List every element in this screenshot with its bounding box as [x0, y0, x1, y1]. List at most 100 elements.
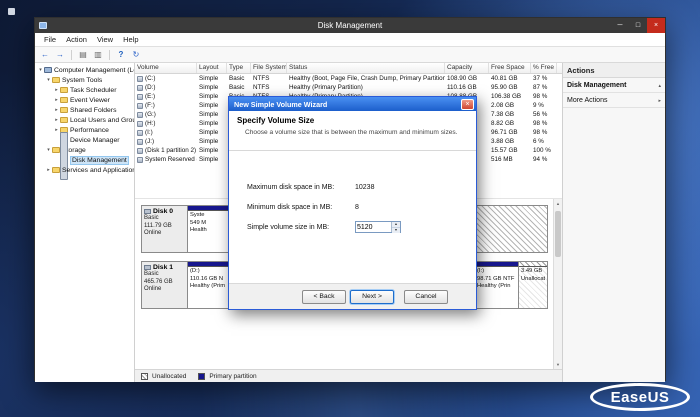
legend-primary-label: Primary partition [209, 372, 257, 380]
column-header-layout[interactable]: Layout [197, 63, 227, 73]
cell-pctfree: 100 % [533, 147, 551, 154]
wizard-heading: Specify Volume Size [237, 116, 315, 125]
chevron-expanded-icon: ▾ [47, 147, 50, 153]
wizard-close-button[interactable]: × [461, 98, 474, 110]
tree-item-local-users-groups[interactable]: ▸ Local Users and Groups [35, 115, 134, 125]
cell-pctfree: 98 % [533, 93, 548, 100]
actions-more-actions[interactable]: More Actions ▸ [563, 93, 665, 108]
volume-row[interactable]: (D:) Simple Basic NTFS Healthy (Primary … [135, 83, 562, 92]
show-tree-icon[interactable]: ▤ [77, 50, 89, 59]
help-icon[interactable]: ? [115, 50, 127, 59]
partition-i[interactable]: (I:) 98.71 GB NTF Healthy (Prin [475, 262, 519, 308]
disk-0-label[interactable]: Disk 0 Basic 111.79 GB Online [142, 206, 188, 252]
column-header-freespace[interactable]: Free Space [489, 63, 531, 73]
cell-freespace: 2.08 GB [491, 102, 515, 109]
storage-icon [52, 147, 60, 153]
cell-capacity: 110.16 GB [447, 84, 477, 91]
volume-size-input[interactable] [356, 222, 391, 232]
cell-layout: Simple [199, 129, 219, 136]
volume-row[interactable]: (C:) Simple Basic NTFS Healthy (Boot, Pa… [135, 74, 562, 83]
task-scheduler-icon [60, 87, 68, 93]
desktop: Disk Management ─ □ × File Action View H… [0, 0, 700, 417]
spin-down-button[interactable]: ▼ [392, 228, 400, 233]
cell-volume: (J:) [135, 137, 197, 146]
back-button[interactable]: < Back [302, 289, 346, 304]
max-disk-space-value: 10238 [355, 183, 375, 191]
max-disk-space-label: Maximum disk space in MB: [247, 183, 335, 191]
scrollbar[interactable]: ▲ ▼ [553, 199, 562, 369]
tree-item-performance[interactable]: ▸ Performance [35, 125, 134, 135]
close-button[interactable]: × [647, 18, 665, 33]
scroll-down-icon[interactable]: ▼ [554, 360, 562, 369]
tree-item-label: Performance [70, 126, 109, 134]
column-header-filesystem[interactable]: File System [251, 63, 287, 73]
services-icon [52, 167, 60, 173]
volume-icon [137, 156, 143, 163]
back-icon[interactable]: ← [39, 50, 51, 59]
wizard-title-bar: New Simple Volume Wizard × [229, 97, 476, 111]
wizard-title: New Simple Volume Wizard [234, 99, 328, 109]
cell-layout: Simple [199, 102, 219, 109]
column-header-volume[interactable]: Volume [135, 63, 197, 73]
column-header-capacity[interactable]: Capacity [445, 63, 489, 73]
tree-item-task-scheduler[interactable]: ▸ Task Scheduler [35, 85, 134, 95]
cell-pctfree: 6 % [533, 138, 544, 145]
minimize-button[interactable]: ─ [611, 18, 629, 33]
next-button[interactable]: Next > [350, 289, 394, 304]
chevron-expanded-icon: ▾ [47, 77, 50, 83]
partition-system-reserved[interactable]: Syste 549 M Health [188, 206, 232, 252]
disk-1-label[interactable]: Disk 1 Basic 465.76 GB Online [142, 262, 188, 308]
cell-freespace: 8.82 GB [491, 120, 515, 127]
cancel-button[interactable]: Cancel [404, 289, 448, 304]
cell-pctfree: 98 % [533, 129, 548, 136]
legend-unallocated-label: Unallocated [152, 372, 187, 380]
actions-disk-management[interactable]: Disk Management ▴ [563, 78, 665, 93]
refresh-icon[interactable]: ↻ [130, 50, 142, 59]
tree-item-shared-folders[interactable]: ▸ Shared Folders [35, 105, 134, 115]
tree-item-storage[interactable]: ▾ Storage [35, 145, 134, 155]
cell-pctfree: 98 % [533, 120, 548, 127]
tree-item-system-tools[interactable]: ▾ System Tools [35, 75, 134, 85]
partition-unallocated[interactable]: 3.49 GB Unallocat [519, 262, 547, 308]
maximize-button[interactable]: □ [629, 18, 647, 33]
desktop-icon[interactable] [8, 8, 15, 15]
new-simple-volume-wizard-dialog: New Simple Volume Wizard × Specify Volum… [228, 96, 477, 310]
scroll-up-icon[interactable]: ▲ [554, 199, 562, 208]
volume-icon [137, 75, 143, 82]
volume-icon [137, 129, 143, 136]
column-header-status[interactable]: Status [287, 63, 445, 73]
cell-volume: (H:) [135, 119, 197, 128]
min-disk-space-label: Minimum disk space in MB: [247, 203, 333, 211]
toolbar-separator [109, 49, 110, 60]
cell-freespace: 95.90 GB [491, 84, 518, 91]
menu-file[interactable]: File [39, 35, 61, 44]
column-header-pctfree[interactable]: % Free [531, 63, 557, 73]
menu-view[interactable]: View [92, 35, 118, 44]
column-header-type[interactable]: Type [227, 63, 251, 73]
cell-layout: Simple [199, 75, 219, 82]
menu-help[interactable]: Help [118, 35, 143, 44]
computer-icon [44, 67, 52, 73]
forward-icon[interactable]: → [54, 50, 66, 59]
wizard-page-header: Specify Volume Size Choose a volume size… [229, 111, 476, 151]
cell-freespace: 7.38 GB [491, 111, 515, 118]
cell-pctfree: 37 % [533, 75, 548, 82]
cell-freespace: 516 MB [491, 156, 513, 163]
export-list-icon[interactable]: ▥ [92, 50, 104, 59]
tree-item-event-viewer[interactable]: ▸ Event Viewer [35, 95, 134, 105]
cell-filesystem: NTFS [253, 75, 270, 82]
cell-volume: (G:) [135, 110, 197, 119]
tree-item-disk-management[interactable]: Disk Management [35, 132, 134, 180]
cell-status: Healthy (Boot, Page File, Crash Dump, Pr… [289, 75, 445, 82]
tree-item-computer-management[interactable]: ▾ Computer Management (Local [35, 65, 134, 75]
volume-list-header: Volume Layout Type File System Status Ca… [135, 63, 562, 74]
menu-action[interactable]: Action [61, 35, 92, 44]
scrollbar-thumb[interactable] [555, 211, 561, 257]
title-bar: Disk Management ─ □ × [35, 18, 665, 33]
cell-type: Basic [229, 84, 245, 91]
volume-icon [137, 111, 143, 118]
tree-item-services-applications[interactable]: ▸ Services and Applications [35, 165, 134, 175]
tree-item-device-manager[interactable]: Device Manager [35, 135, 134, 145]
actions-pane: Actions Disk Management ▴ More Actions ▸ [563, 63, 665, 382]
chevron-collapsed-icon: ▸ [55, 107, 58, 113]
